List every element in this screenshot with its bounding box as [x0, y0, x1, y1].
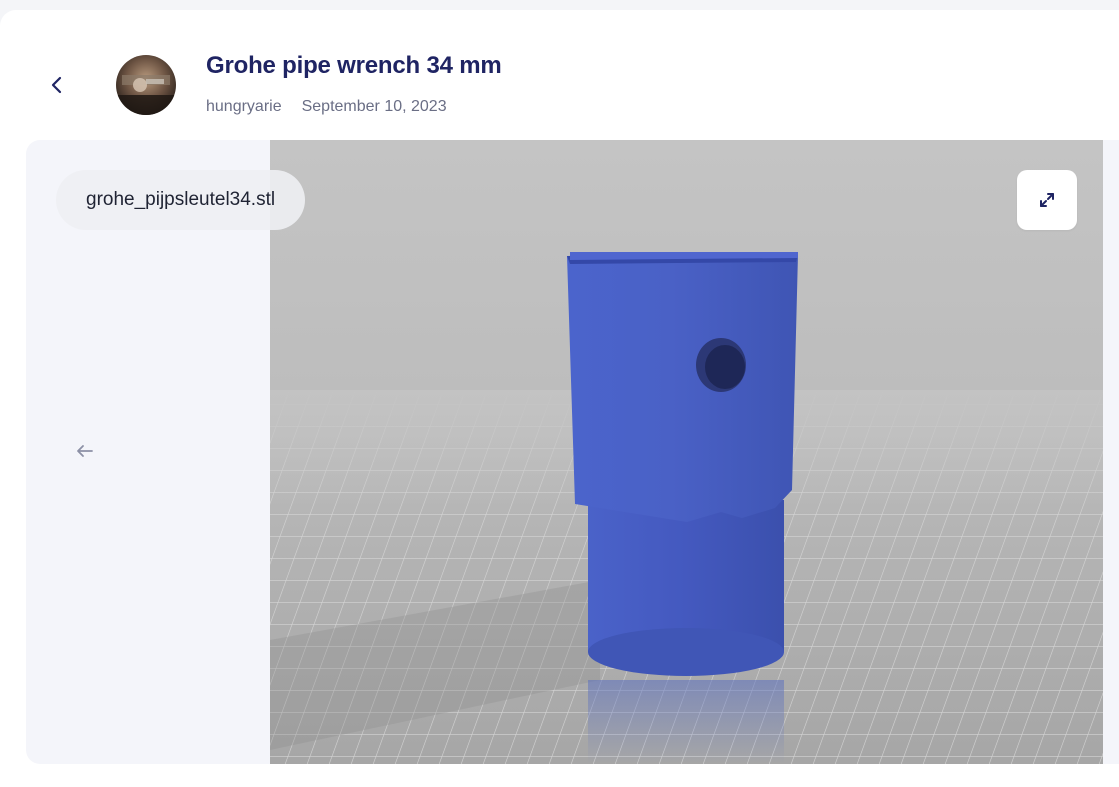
- avatar[interactable]: [116, 55, 176, 115]
- previous-image-button[interactable]: [70, 436, 100, 466]
- expand-icon: [1040, 193, 1054, 207]
- author-link[interactable]: hungryarie: [206, 98, 282, 116]
- fullscreen-button[interactable]: [1017, 170, 1077, 230]
- avatar-image: [116, 55, 176, 115]
- model-meta: hungryarie September 10, 2023: [206, 98, 447, 116]
- model-viewer[interactable]: grohe_pijpsleutel34.stl: [26, 140, 1119, 764]
- page-title: Grohe pipe wrench 34 mm: [206, 52, 502, 79]
- file-name: grohe_pijpsleutel34.stl: [86, 189, 276, 210]
- chevron-left-icon: [51, 76, 62, 94]
- model-detail-card: Grohe pipe wrench 34 mm hungryarie Septe…: [0, 10, 1119, 787]
- publish-date: September 10, 2023: [301, 98, 447, 115]
- arrow-left-icon: [77, 445, 93, 457]
- 3d-model-render[interactable]: [270, 140, 1103, 764]
- back-button[interactable]: [40, 68, 74, 102]
- viewer-edge: [1103, 140, 1119, 764]
- file-name-badge[interactable]: grohe_pijpsleutel34.stl: [56, 170, 306, 230]
